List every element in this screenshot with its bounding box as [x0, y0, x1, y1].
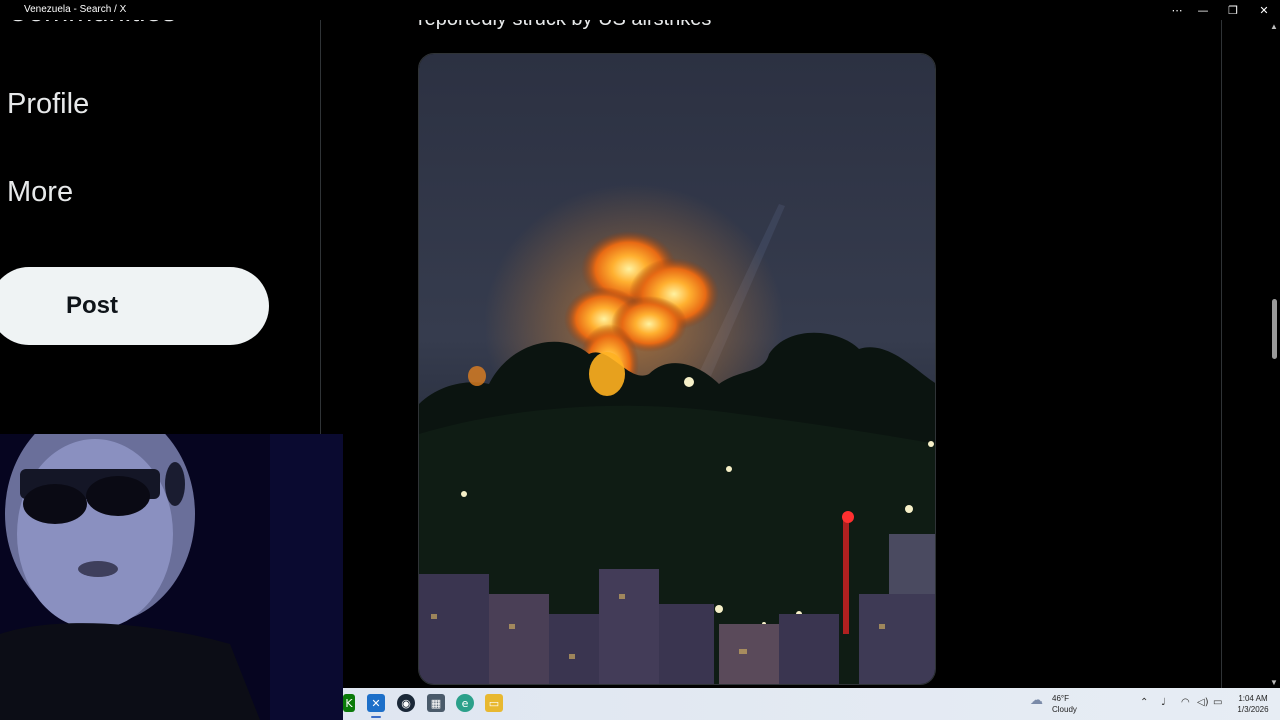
scroll-up-arrow-icon[interactable]: ▲	[1270, 22, 1278, 31]
explosion-photo	[419, 54, 935, 684]
battery-icon[interactable]: ▭	[1213, 697, 1222, 708]
cloud-icon: ☁	[1030, 693, 1043, 708]
post-button[interactable]: Post	[0, 267, 269, 345]
file-explorer-icon[interactable]: ▭	[485, 694, 503, 712]
webcam-feed-image	[0, 434, 343, 720]
active-app-indicator	[371, 716, 381, 718]
x-app-icon[interactable]: ✕	[367, 694, 385, 712]
weather-condition: Cloudy	[1052, 705, 1077, 714]
steam-icon[interactable]: ◉	[397, 694, 415, 712]
scroll-down-arrow-icon[interactable]: ▼	[1270, 678, 1278, 687]
main-column-divider	[1221, 20, 1222, 688]
clock-time: 1:04 AM	[1238, 694, 1268, 703]
edge-icon[interactable]: e	[456, 694, 474, 712]
minimize-button[interactable]: —	[1188, 0, 1218, 20]
scrollbar-thumb[interactable]	[1272, 299, 1277, 359]
webcam-overlay	[0, 434, 343, 720]
terminal-icon[interactable]: K	[343, 694, 355, 712]
clock-date: 1/3/2026	[1237, 705, 1269, 714]
calculator-icon[interactable]: ▦	[427, 694, 445, 712]
close-button[interactable]: ✕	[1249, 0, 1279, 20]
window-title: Venezuela - Search / X	[24, 4, 127, 15]
taskbar-clock[interactable]: 1:04 AM 1/3/2026	[1230, 693, 1276, 715]
window-title-bar: Venezuela - Search / X ⋯ — ❐ ✕	[0, 0, 1280, 20]
weather-widget[interactable]: 46°F Cloudy	[1052, 693, 1077, 715]
sidebar-item-more[interactable]: More	[7, 176, 73, 209]
wifi-icon[interactable]: ◠	[1181, 697, 1190, 708]
sidebar-item-profile[interactable]: Profile	[7, 88, 89, 121]
post-media-image[interactable]	[418, 53, 936, 685]
weather-temp: 46°F	[1052, 694, 1069, 703]
microphone-icon[interactable]: ♩	[1161, 697, 1166, 708]
chevron-up-icon[interactable]: ⌃	[1140, 697, 1148, 708]
restore-button[interactable]: ❐	[1218, 0, 1248, 20]
volume-icon[interactable]: ◁)	[1197, 697, 1209, 708]
